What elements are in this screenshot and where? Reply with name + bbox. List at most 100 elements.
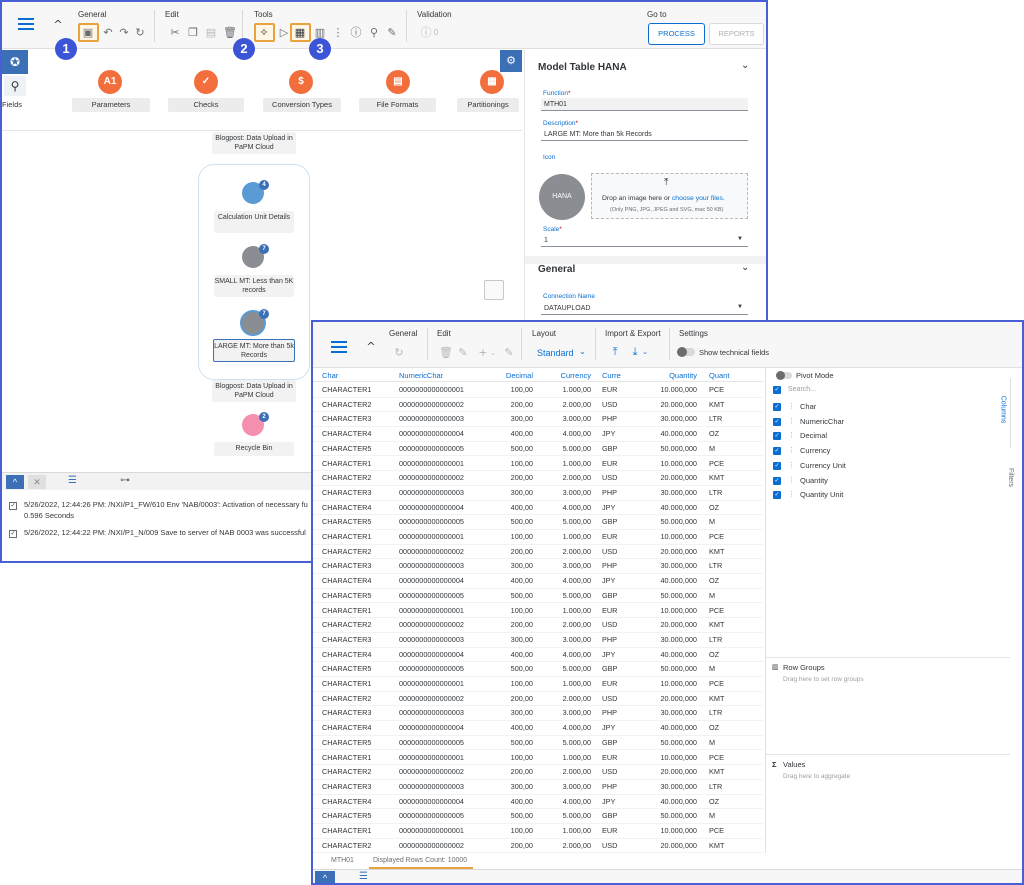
download-dropdown-icon[interactable]: ⌄ — [639, 346, 651, 358]
table-row[interactable]: CHARACTER2 0000000000000002 200,00 2.000,00… — [313, 692, 763, 707]
show-data-grid-icon[interactable]: ▦ — [294, 27, 306, 39]
table-row[interactable]: CHARACTER2 0000000000000002 200,00 2.000,00… — [313, 765, 763, 780]
analyze-icon[interactable]: ⚲ — [368, 27, 380, 39]
table-row[interactable]: CHARACTER2 0000000000000002 200,00 2.000,00… — [313, 545, 763, 560]
table-row[interactable]: CHARACTER2 0000000000000002 200,00 2.000,00… — [313, 471, 763, 486]
table-row[interactable]: CHARACTER3 0000000000000003 300,00 3.000,00… — [313, 412, 763, 428]
column-checkbox[interactable]: ✓ — [773, 432, 781, 441]
connection-dropdown-icon[interactable]: ▼ — [737, 304, 743, 310]
table-row[interactable]: CHARACTER5 0000000000000005 500,00 5.000,00… — [313, 515, 763, 530]
paste-icon[interactable]: ▤ — [205, 27, 217, 39]
columns-tab[interactable]: Columns — [999, 378, 1022, 448]
message-2-checkbox[interactable]: ✓ — [9, 530, 17, 538]
category-checks[interactable]: Checks — [168, 98, 244, 112]
messages-tab-icon[interactable]: ☰ — [68, 475, 77, 486]
pencil-icon-2[interactable]: ✎ — [503, 347, 515, 359]
reports-button[interactable]: REPORTS — [709, 23, 764, 45]
table-row[interactable]: CHARACTER1 0000000000000001 100,00 1.000,00… — [313, 383, 763, 398]
table-row[interactable]: CHARACTER4 0000000000000004 400,00 4.000,00… — [313, 795, 763, 810]
expand-messages-button[interactable]: ^ — [315, 871, 335, 883]
table-row[interactable]: CHARACTER3 0000000000000003 300,00 3.000,00… — [313, 559, 763, 575]
filters-tab[interactable]: Filters — [1007, 458, 1022, 498]
table-row[interactable]: CHARACTER5 0000000000000005 500,00 5.000,00… — [313, 662, 763, 677]
table-row[interactable]: CHARACTER4 0000000000000004 400,00 4.000,00… — [313, 721, 763, 736]
add-dropdown-icon[interactable]: ⌄ — [487, 347, 499, 359]
column-header-currency[interactable]: Currency — [535, 371, 591, 380]
table-row[interactable]: CHARACTER3 0000000000000003 300,00 3.000,00… — [313, 706, 763, 722]
collapse-chevron-icon-2[interactable]: ^ — [365, 341, 377, 353]
column-checkbox[interactable]: ✓ — [773, 403, 781, 411]
column-header-currency-unit[interactable]: Curre — [602, 371, 621, 380]
select-all-checkbox[interactable]: ✓ — [773, 386, 781, 394]
connection-select[interactable]: DATAUPLOAD — [541, 302, 748, 315]
column-header-quantity[interactable]: Quantity — [635, 371, 697, 380]
column-header-char[interactable]: Char — [322, 371, 338, 380]
validation-icon[interactable]: ⓘ — [420, 27, 432, 39]
refresh-icon[interactable]: ↻ — [134, 27, 146, 39]
table-row[interactable]: CHARACTER4 0000000000000004 400,00 4.000,00… — [313, 648, 763, 663]
row-groups-dropzone[interactable]: Drag here to set row groups — [783, 676, 864, 683]
undo-icon[interactable]: ↶ — [102, 27, 114, 39]
redo-icon[interactable]: ↷ — [118, 27, 130, 39]
node-recycle-bin[interactable]: Recycle Bin — [214, 442, 294, 456]
copy-icon[interactable]: ❐ — [187, 27, 199, 39]
table-row[interactable]: CHARACTER4 0000000000000004 400,00 4.000,00… — [313, 501, 763, 516]
table-row[interactable]: CHARACTER5 0000000000000005 500,00 5.000,00… — [313, 736, 763, 751]
messages-tab-icon-2[interactable]: ☰ — [359, 871, 368, 882]
drag-handle-icon[interactable]: ⋮ — [788, 446, 795, 454]
category-file-formats[interactable]: File Formats — [359, 98, 436, 112]
edit-icon-2[interactable]: ✎ — [457, 347, 469, 359]
table-row[interactable]: CHARACTER2 0000000000000002 200,00 2.000,00… — [313, 839, 763, 854]
table-row[interactable]: CHARACTER3 0000000000000003 300,00 3.000,00… — [313, 780, 763, 795]
column-checkbox[interactable]: ✓ — [773, 491, 781, 500]
column-checkbox[interactable]: ✓ — [773, 447, 781, 456]
drag-handle-icon[interactable]: ⋮ — [788, 476, 795, 484]
network-tab-icon[interactable]: ⊶ — [120, 475, 130, 486]
column-header-quantity-unit[interactable]: Quant — [709, 371, 729, 380]
fit-view-icon[interactable] — [484, 280, 504, 300]
table-row[interactable]: CHARACTER1 0000000000000001 100,00 1.000,00… — [313, 530, 763, 545]
pencil-icon[interactable]: ✎ — [386, 27, 398, 39]
column-checkbox[interactable]: ✓ — [773, 461, 781, 470]
run-icon[interactable]: ▷ — [278, 27, 290, 39]
node-calculation-unit[interactable]: Calculation Unit Details — [214, 211, 294, 233]
layout-select[interactable]: Standard — [537, 348, 574, 358]
delete-icon-2[interactable]: 🗑 — [439, 347, 453, 359]
table-row[interactable]: CHARACTER1 0000000000000001 100,00 1.000,00… — [313, 677, 763, 692]
table-row[interactable]: CHARACTER4 0000000000000004 400,00 4.000,00… — [313, 427, 763, 442]
save-icon[interactable]: ▣ — [82, 27, 94, 39]
drag-handle-icon[interactable]: ⋮ — [788, 431, 795, 439]
table-row[interactable]: CHARACTER1 0000000000000001 100,00 1.000,00… — [313, 604, 763, 619]
table-row[interactable]: CHARACTER5 0000000000000005 500,00 5.000,00… — [313, 442, 763, 457]
technical-fields-toggle[interactable] — [677, 347, 695, 357]
column-header-numericchar[interactable]: NumericChar — [399, 371, 443, 380]
function-field[interactable]: MTH01 — [541, 98, 748, 111]
clear-messages-icon[interactable]: ✕ — [28, 475, 46, 489]
message-1-checkbox[interactable]: ✓ — [9, 502, 17, 510]
settings-sliders-icon[interactable]: ⚙ — [500, 50, 522, 72]
table-row[interactable]: CHARACTER1 0000000000000001 100,00 1.000,00… — [313, 751, 763, 766]
hamburger-menu-icon[interactable] — [18, 18, 34, 30]
category-conversion-types[interactable]: Conversion Types — [263, 98, 341, 112]
category-partitionings[interactable]: Partitionings — [457, 98, 519, 112]
table-row[interactable]: CHARACTER5 0000000000000005 500,00 5.000,00… — [313, 809, 763, 824]
pivot-mode-toggle[interactable] — [776, 371, 792, 380]
category-parameters[interactable]: Parameters — [72, 98, 150, 112]
drag-handle-icon[interactable]: ⋮ — [788, 461, 795, 469]
table-row[interactable]: CHARACTER3 0000000000000003 300,00 3.000,00… — [313, 486, 763, 501]
table-row[interactable]: CHARACTER1 0000000000000001 100,00 1.000,00… — [313, 457, 763, 472]
table-row[interactable]: CHARACTER3 0000000000000003 300,00 3.000,00… — [313, 633, 763, 648]
delete-icon[interactable]: 🗑 — [223, 27, 237, 39]
category-fields[interactable]: Fields — [2, 98, 34, 112]
table-row[interactable]: CHARACTER2 0000000000000002 200,00 2.000,00… — [313, 398, 763, 413]
description-field[interactable]: LARGE MT: More than 5k Records — [541, 128, 748, 141]
scale-select[interactable]: 1 — [541, 234, 748, 247]
image-drop-zone[interactable]: ⤒ Drop an image here or choose your file… — [591, 173, 748, 219]
column-search-input[interactable]: Search... — [788, 384, 1008, 396]
process-button[interactable]: PROCESS — [648, 23, 705, 45]
node-small-mt[interactable]: SMALL MT: Less than 5K records — [214, 275, 294, 297]
choose-files-link[interactable]: choose your files. — [672, 195, 725, 202]
upload-icon-2[interactable]: ⤒ — [609, 346, 621, 358]
values-dropzone[interactable]: Drag here to aggregate — [783, 773, 850, 780]
cut-icon[interactable]: ✂ — [169, 27, 181, 39]
